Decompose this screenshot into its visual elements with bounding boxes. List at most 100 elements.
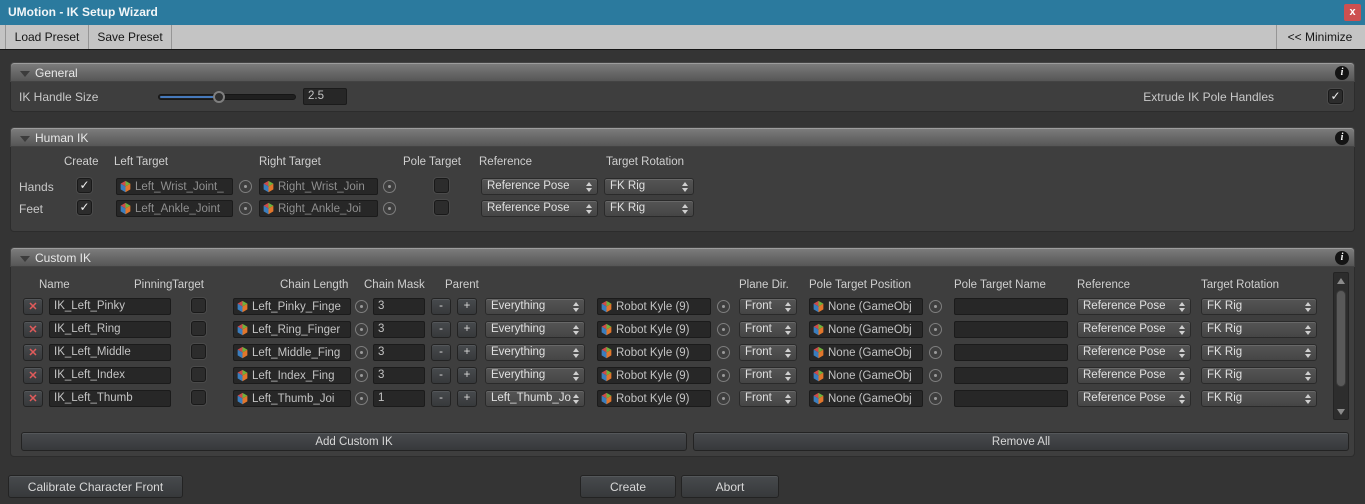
object-picker-icon[interactable]	[717, 300, 730, 313]
name-input[interactable]: IK_Left_Index	[49, 367, 171, 384]
pinning-checkbox[interactable]	[191, 321, 206, 336]
name-input[interactable]: IK_Left_Middle	[49, 344, 171, 361]
chain-mask-dropdown[interactable]: Everything	[485, 367, 585, 384]
slider-thumb[interactable]	[213, 91, 225, 103]
chain-mask-dropdown[interactable]: Left_Thumb_Jo	[485, 390, 585, 407]
ik-handle-size-slider[interactable]	[158, 94, 296, 100]
minimize-button[interactable]: << Minimize	[1277, 25, 1363, 49]
chain-length-minus-button[interactable]: -	[431, 298, 451, 315]
info-icon[interactable]: i	[1335, 251, 1349, 265]
add-custom-ik-button[interactable]: Add Custom IK	[21, 432, 687, 451]
reference-dropdown[interactable]: Reference Pose	[481, 178, 598, 195]
chain-length-minus-button[interactable]: -	[431, 390, 451, 407]
reference-dropdown[interactable]: Reference Pose	[1077, 390, 1191, 407]
pinning-checkbox[interactable]	[191, 344, 206, 359]
delete-row-icon[interactable]: ✕	[23, 344, 43, 361]
pole-target-position-field[interactable]: None (GameObj	[809, 390, 923, 407]
right-target-field[interactable]: Right_Wrist_Join	[259, 178, 378, 195]
chain-mask-dropdown[interactable]: Everything	[485, 344, 585, 361]
chain-length-plus-button[interactable]: +	[457, 390, 477, 407]
chain-length-plus-button[interactable]: +	[457, 367, 477, 384]
chain-length-minus-button[interactable]: -	[431, 321, 451, 338]
scroll-up-icon[interactable]	[1334, 274, 1348, 287]
calibrate-character-front-button[interactable]: Calibrate Character Front	[8, 475, 183, 498]
object-picker-icon[interactable]	[355, 346, 368, 359]
target-field[interactable]: Left_Index_Fing	[233, 367, 351, 384]
target-rotation-dropdown[interactable]: FK Rig	[1201, 298, 1317, 315]
scroll-down-icon[interactable]	[1334, 405, 1348, 418]
abort-button[interactable]: Abort	[681, 475, 779, 498]
object-picker-icon[interactable]	[239, 180, 252, 193]
name-input[interactable]: IK_Left_Pinky	[49, 298, 171, 315]
plane-dir-dropdown[interactable]: Front	[739, 321, 797, 338]
delete-row-icon[interactable]: ✕	[23, 298, 43, 315]
reference-dropdown[interactable]: Reference Pose	[1077, 298, 1191, 315]
scrollbar-thumb[interactable]	[1336, 290, 1346, 387]
target-field[interactable]: Left_Thumb_Joi	[233, 390, 351, 407]
parent-field[interactable]: Robot Kyle (9)	[597, 298, 711, 315]
create-checkbox[interactable]	[77, 200, 92, 215]
target-field[interactable]: Left_Middle_Fing	[233, 344, 351, 361]
reference-dropdown[interactable]: Reference Pose	[1077, 367, 1191, 384]
pole-target-checkbox[interactable]	[434, 178, 449, 193]
target-rotation-dropdown[interactable]: FK Rig	[604, 178, 694, 195]
chain-length-input[interactable]: 3	[373, 367, 425, 384]
load-preset-button[interactable]: Load Preset	[6, 25, 89, 49]
reference-dropdown[interactable]: Reference Pose	[1077, 344, 1191, 361]
pole-target-position-field[interactable]: None (GameObj	[809, 344, 923, 361]
chain-length-input[interactable]: 1	[373, 390, 425, 407]
pole-target-position-field[interactable]: None (GameObj	[809, 298, 923, 315]
object-picker-icon[interactable]	[929, 346, 942, 359]
target-rotation-dropdown[interactable]: FK Rig	[604, 200, 694, 217]
left-target-field[interactable]: Left_Wrist_Joint_	[116, 178, 233, 195]
target-rotation-dropdown[interactable]: FK Rig	[1201, 344, 1317, 361]
chain-length-plus-button[interactable]: +	[457, 321, 477, 338]
chain-mask-dropdown[interactable]: Everything	[485, 321, 585, 338]
object-picker-icon[interactable]	[929, 392, 942, 405]
target-rotation-dropdown[interactable]: FK Rig	[1201, 390, 1317, 407]
object-picker-icon[interactable]	[355, 392, 368, 405]
extrude-pole-handles-checkbox[interactable]	[1328, 89, 1343, 104]
name-input[interactable]: IK_Left_Thumb	[49, 390, 171, 407]
pole-target-name-input[interactable]	[954, 321, 1068, 338]
parent-field[interactable]: Robot Kyle (9)	[597, 344, 711, 361]
target-field[interactable]: Left_Ring_Finger	[233, 321, 351, 338]
pole-target-position-field[interactable]: None (GameObj	[809, 367, 923, 384]
delete-row-icon[interactable]: ✕	[23, 390, 43, 407]
reference-dropdown[interactable]: Reference Pose	[1077, 321, 1191, 338]
delete-row-icon[interactable]: ✕	[23, 321, 43, 338]
object-picker-icon[interactable]	[383, 202, 396, 215]
object-picker-icon[interactable]	[929, 369, 942, 382]
save-preset-button[interactable]: Save Preset	[89, 25, 172, 49]
object-picker-icon[interactable]	[929, 323, 942, 336]
delete-row-icon[interactable]: ✕	[23, 367, 43, 384]
custom-ik-scrollbar[interactable]	[1333, 272, 1349, 420]
pinning-checkbox[interactable]	[191, 298, 206, 313]
custom-ik-header[interactable]: Custom IK i	[10, 247, 1355, 267]
chain-length-input[interactable]: 3	[373, 321, 425, 338]
reference-dropdown[interactable]: Reference Pose	[481, 200, 598, 217]
plane-dir-dropdown[interactable]: Front	[739, 390, 797, 407]
object-picker-icon[interactable]	[717, 346, 730, 359]
chain-length-input[interactable]: 3	[373, 344, 425, 361]
pinning-checkbox[interactable]	[191, 367, 206, 382]
target-field[interactable]: Left_Pinky_Finge	[233, 298, 351, 315]
pole-target-name-input[interactable]	[954, 298, 1068, 315]
pinning-checkbox[interactable]	[191, 390, 206, 405]
ik-handle-size-input[interactable]: 2.5	[303, 88, 347, 105]
object-picker-icon[interactable]	[717, 392, 730, 405]
object-picker-icon[interactable]	[355, 300, 368, 313]
chain-length-plus-button[interactable]: +	[457, 344, 477, 361]
info-icon[interactable]: i	[1335, 131, 1349, 145]
info-icon[interactable]: i	[1335, 66, 1349, 80]
object-picker-icon[interactable]	[717, 323, 730, 336]
chain-mask-dropdown[interactable]: Everything	[485, 298, 585, 315]
name-input[interactable]: IK_Left_Ring	[49, 321, 171, 338]
parent-field[interactable]: Robot Kyle (9)	[597, 367, 711, 384]
parent-field[interactable]: Robot Kyle (9)	[597, 321, 711, 338]
plane-dir-dropdown[interactable]: Front	[739, 344, 797, 361]
chain-length-minus-button[interactable]: -	[431, 367, 451, 384]
object-picker-icon[interactable]	[929, 300, 942, 313]
remove-all-button[interactable]: Remove All	[693, 432, 1349, 451]
object-picker-icon[interactable]	[355, 369, 368, 382]
